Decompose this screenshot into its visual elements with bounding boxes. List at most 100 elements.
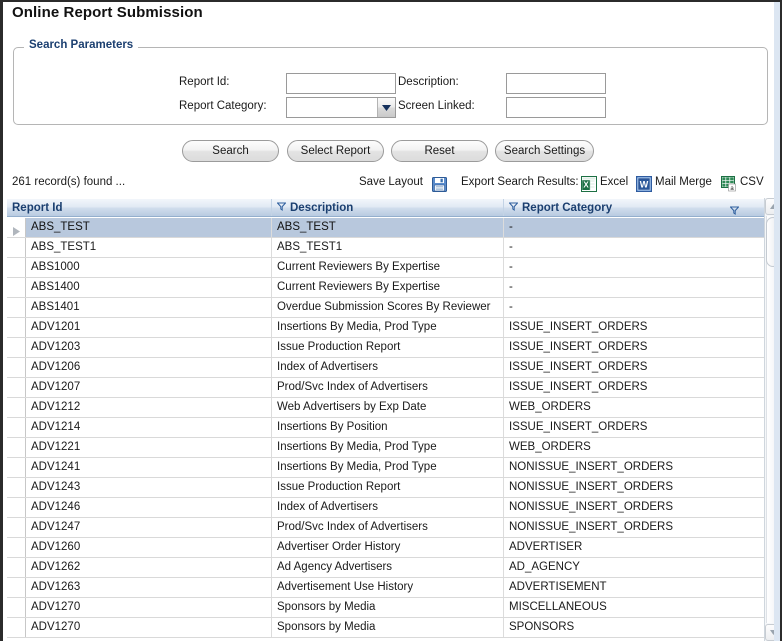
table-row[interactable]: ADV1212 Web Advertisers by Exp Date WEB_OR… — [7, 398, 780, 418]
cell-report_id: ABS1401 — [26, 298, 272, 317]
row-selector-gutter[interactable] — [7, 458, 26, 477]
funnel-icon[interactable] — [508, 199, 519, 216]
row-selector-gutter[interactable] — [7, 418, 26, 437]
table-row[interactable]: ADV1207 Prod/Svc Index of Advertisers ISSU… — [7, 378, 780, 398]
cell-report_category: ISSUE_INSERT_ORDERS — [509, 381, 648, 393]
description-label: Description: — [398, 76, 459, 88]
cell-report_id: ADV1203 — [26, 338, 272, 357]
row-selector-gutter[interactable] — [7, 518, 26, 537]
chevron-down-icon[interactable] — [377, 98, 395, 117]
select-report-button[interactable]: Select Report — [287, 140, 384, 162]
funnel-icon[interactable] — [276, 199, 287, 216]
table-row[interactable]: ADV1201 Insertions By Media, Prod Type ISS… — [7, 318, 780, 338]
cell-report_id: ABS_TEST1 — [26, 238, 272, 257]
report-id-input[interactable] — [286, 73, 396, 94]
report-category-combobox[interactable] — [286, 97, 396, 118]
cell-description: Prod/Svc Index of Advertisers — [272, 378, 504, 397]
row-selector-gutter[interactable] — [7, 338, 26, 357]
row-selector-gutter[interactable] — [7, 578, 26, 597]
row-selector-gutter[interactable] — [7, 278, 26, 297]
word-icon[interactable]: W — [636, 176, 652, 197]
table-row[interactable]: ADV1246 Index of Advertisers NONISSUE_INSE… — [7, 498, 780, 518]
table-row[interactable]: ADV1262 Ad Agency Advertisers AD_AGENCY — [7, 558, 780, 578]
screen-linked-label: Screen Linked: — [398, 100, 475, 112]
row-selector-gutter[interactable] — [7, 318, 26, 337]
svg-text:W: W — [640, 180, 649, 190]
cell-report_category: SPONSORS — [509, 621, 575, 633]
cell-report_category: - — [509, 301, 513, 313]
row-selector-gutter[interactable] — [7, 598, 26, 617]
cell-description: Index of Advertisers — [272, 358, 504, 377]
row-selector-gutter[interactable] — [7, 218, 26, 237]
row-selector-gutter[interactable] — [7, 478, 26, 497]
export-mail-merge-label[interactable]: Mail Merge — [655, 176, 712, 188]
grid-header-row: Report Id Description Report Category — [7, 198, 780, 217]
cell-report_category: ISSUE_INSERT_ORDERS — [509, 341, 648, 353]
table-row[interactable]: ADV1214 Insertions By Position ISSUE_INSER… — [7, 418, 780, 438]
cell-report_category: NONISSUE_INSERT_ORDERS — [509, 461, 674, 473]
funnel-icon[interactable] — [729, 203, 740, 216]
window-right-edge — [774, 2, 780, 641]
grid-body[interactable]: ABS_TEST ABS_TEST - ABS_TEST1 ABS_TEST1- ABS1… — [7, 218, 780, 639]
cell-description: Sponsors by Media — [272, 598, 504, 617]
cell-description: Sponsors by Media — [272, 618, 504, 637]
column-header-report-category[interactable]: Report Category — [504, 199, 744, 216]
column-header-description[interactable]: Description — [272, 199, 504, 216]
cell-description: Overdue Submission Scores By Reviewer — [272, 298, 504, 317]
row-selector-gutter[interactable] — [7, 378, 26, 397]
table-row[interactable]: ADV1221 Insertions By Media, Prod Type WEB… — [7, 438, 780, 458]
cell-description: Insertions By Position — [272, 418, 504, 437]
screen-linked-input[interactable] — [506, 97, 606, 118]
column-header-description-label: Description — [290, 202, 354, 215]
search-button[interactable]: Search — [182, 140, 279, 162]
description-input[interactable] — [506, 73, 606, 94]
column-header-report-id[interactable]: Report Id — [7, 199, 272, 216]
floppy-disk-icon[interactable] — [432, 177, 447, 197]
cell-report_category: AD_AGENCY — [509, 561, 580, 573]
table-row[interactable]: ABS1401 Overdue Submission Scores By Revi… — [7, 298, 780, 318]
table-row[interactable]: ADV1243 Issue Production Report NONISSUE_I… — [7, 478, 780, 498]
table-row[interactable]: ABS_TEST1 ABS_TEST1- — [7, 238, 780, 258]
excel-icon[interactable]: X — [581, 176, 597, 197]
row-selector-gutter[interactable] — [7, 298, 26, 317]
table-row[interactable]: ADV1247 Prod/Svc Index of Advertisers NONI… — [7, 518, 780, 538]
table-row[interactable]: ADV1206 Index of Advertisers ISSUE_INSERT_… — [7, 358, 780, 378]
table-row[interactable]: ADV1270 Sponsors by Media SPONSORS — [7, 618, 780, 638]
cell-description: Ad Agency Advertisers — [272, 558, 504, 577]
save-layout-label[interactable]: Save Layout — [359, 176, 423, 188]
cell-report_id: ADV1270 — [26, 598, 272, 617]
row-selector-gutter[interactable] — [7, 258, 26, 277]
table-row[interactable]: ADV1263 Advertisement Use History ADVERTIS… — [7, 578, 780, 598]
row-selector-gutter[interactable] — [7, 438, 26, 457]
cell-description: Insertions By Media, Prod Type — [272, 318, 504, 337]
table-row[interactable]: ABS1000 Current Reviewers By Expertise - — [7, 258, 780, 278]
row-selector-gutter[interactable] — [7, 358, 26, 377]
row-selector-gutter[interactable] — [7, 558, 26, 577]
row-selector-gutter[interactable] — [7, 618, 26, 637]
table-row[interactable]: ADV1203 Issue Production Report ISSUE_INSE… — [7, 338, 780, 358]
search-parameters-legend: Search Parameters — [24, 39, 139, 51]
table-row[interactable]: ABS_TEST ABS_TEST - — [7, 218, 780, 238]
row-selector-gutter[interactable] — [7, 238, 26, 257]
cell-description: Issue Production Report — [272, 478, 504, 497]
row-selector-gutter[interactable] — [7, 538, 26, 557]
export-csv-label[interactable]: CSV — [740, 176, 764, 188]
cell-description: Issue Production Report — [272, 338, 504, 357]
row-selector-gutter[interactable] — [7, 398, 26, 417]
search-parameters-panel: Search Parameters Report Id: Description… — [13, 39, 768, 125]
cell-report_id: ADV1263 — [26, 578, 272, 597]
cell-description: Web Advertisers by Exp Date — [272, 398, 504, 417]
export-excel-label[interactable]: Excel — [600, 176, 628, 188]
table-row[interactable]: ADV1260 Advertiser Order History ADVERTISE… — [7, 538, 780, 558]
table-row[interactable]: ABS1400 Current Reviewers By Expertise - — [7, 278, 780, 298]
row-selector-gutter[interactable] — [7, 498, 26, 517]
reset-button[interactable]: Reset — [391, 140, 488, 162]
cell-report_category: WEB_ORDERS — [509, 441, 591, 453]
cell-description: Current Reviewers By Expertise — [272, 258, 504, 277]
table-row[interactable]: ADV1270 Sponsors by Media MISCELLANEOUS — [7, 598, 780, 618]
search-settings-button[interactable]: Search Settings — [495, 140, 594, 162]
export-search-results-label: Export Search Results: — [461, 176, 579, 188]
table-row[interactable]: ADV1241 Insertions By Media, Prod Type NON… — [7, 458, 780, 478]
page-title: Online Report Submission — [12, 4, 203, 21]
csv-icon[interactable]: a — [721, 176, 737, 197]
